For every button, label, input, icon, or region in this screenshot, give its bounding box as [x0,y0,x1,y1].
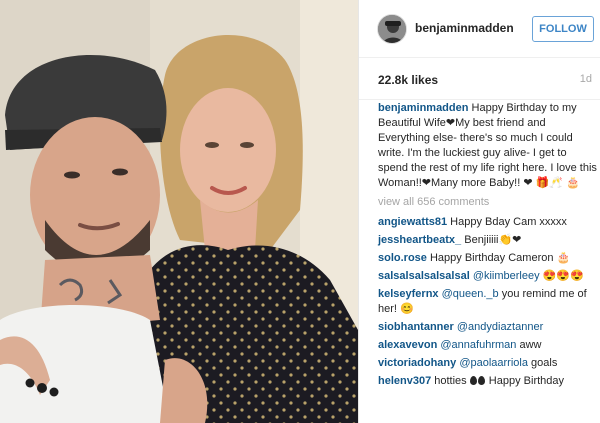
post-age: 1d [579,73,592,85]
comment-item: angiewatts81 Happy Bday Cam xxxxx [378,215,598,230]
comment-text: Happy Bday Cam xxxxx [450,216,567,228]
caption: benjaminmadden Happy Birthday to my Beau… [378,101,598,191]
comment-username[interactable]: angiewatts81 [378,216,447,228]
comment-item: jessheartbeatx_ Benjiiiii👏❤ [378,233,598,248]
caption-username[interactable]: benjaminmadden [378,102,468,114]
comment-text: aww [516,339,542,351]
comment-text-after: Happy Birthday [485,375,565,387]
comment-username[interactable]: salsalsalsalsalsal [378,270,470,282]
comment-item: siobhantanner @andydiaztanner [378,320,598,335]
view-all-comments-link[interactable]: view all 656 comments [378,195,598,210]
comment-item: kelseyfernx @queen._b you remind me of h… [378,287,598,317]
post-sidebar: benjaminmadden FOLLOW 22.8k likes 1d ben… [359,0,600,423]
comment-mention[interactable]: @andydiaztanner [457,321,543,333]
post-author-username[interactable]: benjaminmadden [415,21,514,35]
caption-text: Happy Birthday to my Beautiful Wife❤My b… [378,102,597,189]
comment-text: Benjiiiii👏❤ [464,234,522,246]
comment-text: hotties [434,375,467,387]
comment-username[interactable]: helenv307 [378,375,431,387]
post-header: benjaminmadden FOLLOW [359,0,600,58]
comment-username[interactable]: solo.rose [378,252,427,264]
comment-username[interactable]: alexavevon [378,339,437,351]
follow-button[interactable]: FOLLOW [532,16,594,42]
comment-item: alexavevon @annafuhrman aww [378,338,598,353]
comment-username[interactable]: victoriadohany [378,357,456,369]
profile-photo-icon[interactable] [377,14,407,44]
comment-mention[interactable]: @queen._b [442,288,499,300]
comment-item: victoriadohany @paolaarriola goals [378,356,598,371]
post-stats: 22.8k likes 1d [359,58,600,100]
comment-text: 😍😍😍 [539,270,584,282]
post-photo[interactable] [0,0,358,423]
comment-username[interactable]: jessheartbeatx_ [378,234,461,246]
comment-text: Happy Birthday Cameron 🎂 [429,252,571,264]
comment-mention[interactable]: @annafuhrman [440,339,516,351]
drop-emoji-icon [477,376,485,385]
post-photo-image [0,0,358,423]
drop-emoji-icon [469,376,477,385]
comment-text: goals [527,357,558,369]
comment-item: salsalsalsalsalsal @kiimberleey 😍😍😍 [378,269,598,284]
comment-username[interactable]: siobhantanner [378,321,454,333]
comment-item: solo.rose Happy Birthday Cameron 🎂 [378,251,598,266]
comment-username[interactable]: kelseyfernx [378,288,439,300]
comments-list: benjaminmadden Happy Birthday to my Beau… [378,101,598,392]
comment-mention[interactable]: @paolaarriola [459,357,528,369]
comment-mention[interactable]: @kiimberleey [473,270,540,282]
comment-item: helenv307 hotties Happy Birthday [378,374,598,389]
likes-count[interactable]: 22.8k likes [378,73,438,87]
